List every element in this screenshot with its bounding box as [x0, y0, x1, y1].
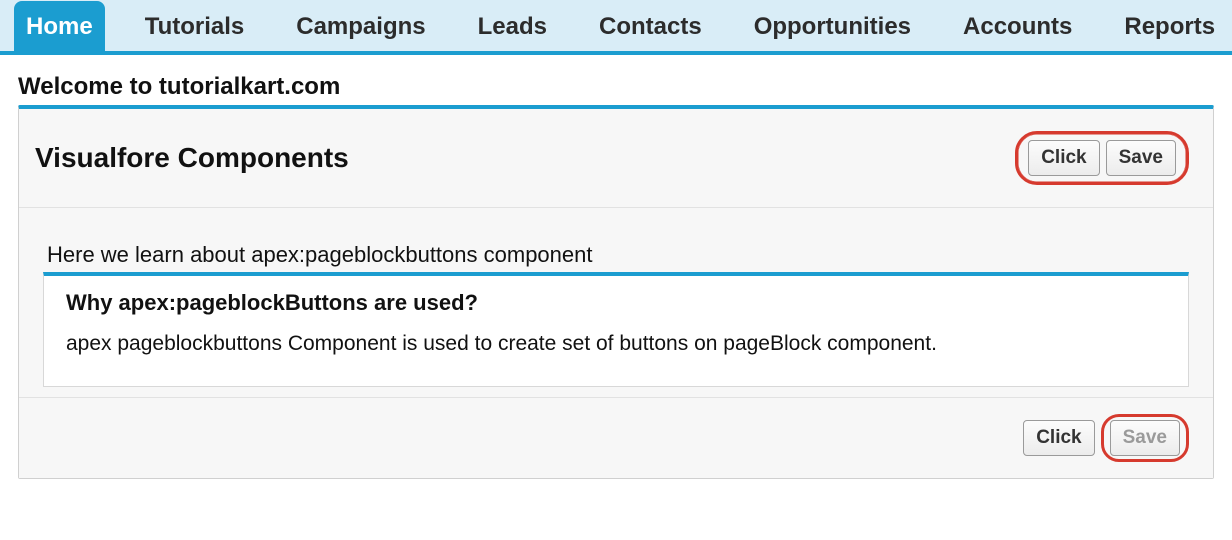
- tab-tutorials[interactable]: Tutorials: [133, 1, 257, 51]
- tab-home[interactable]: Home: [14, 1, 105, 51]
- save-button-annotation: Save: [1101, 414, 1189, 462]
- pageblock-header: Visualfore Components Click Save: [19, 109, 1213, 208]
- tab-leads[interactable]: Leads: [466, 1, 559, 51]
- click-button-top[interactable]: Click: [1028, 140, 1099, 176]
- section-heading: Why apex:pageblockButtons are used?: [66, 290, 1166, 316]
- tab-reports[interactable]: Reports: [1112, 1, 1227, 51]
- welcome-title: Welcome to tutorialkart.com: [18, 73, 1214, 101]
- section-text: apex pageblockbuttons Component is used …: [66, 332, 1166, 356]
- pageblock-footer: Click Save: [19, 397, 1213, 478]
- tab-campaigns[interactable]: Campaigns: [284, 1, 437, 51]
- top-button-group-annotation: Click Save: [1015, 131, 1189, 185]
- body-intro-text: Here we learn about apex:pageblockbutton…: [47, 242, 1189, 268]
- page-body: Welcome to tutorialkart.com Visualfore C…: [0, 55, 1232, 499]
- click-button-bottom[interactable]: Click: [1023, 420, 1094, 456]
- pageblock-section: Why apex:pageblockButtons are used? apex…: [43, 272, 1189, 387]
- tab-bar: Home Tutorials Campaigns Leads Contacts …: [0, 0, 1232, 55]
- tab-contacts[interactable]: Contacts: [587, 1, 714, 51]
- tab-accounts[interactable]: Accounts: [951, 1, 1084, 51]
- save-button-bottom[interactable]: Save: [1110, 420, 1180, 456]
- pageblock: Visualfore Components Click Save Here we…: [18, 105, 1214, 479]
- save-button-top[interactable]: Save: [1106, 140, 1176, 176]
- tab-opportunities[interactable]: Opportunities: [742, 1, 923, 51]
- pageblock-title: Visualfore Components: [35, 142, 349, 174]
- pageblock-body: Here we learn about apex:pageblockbutton…: [19, 208, 1213, 397]
- bottom-button-group: Click Save: [1023, 414, 1189, 462]
